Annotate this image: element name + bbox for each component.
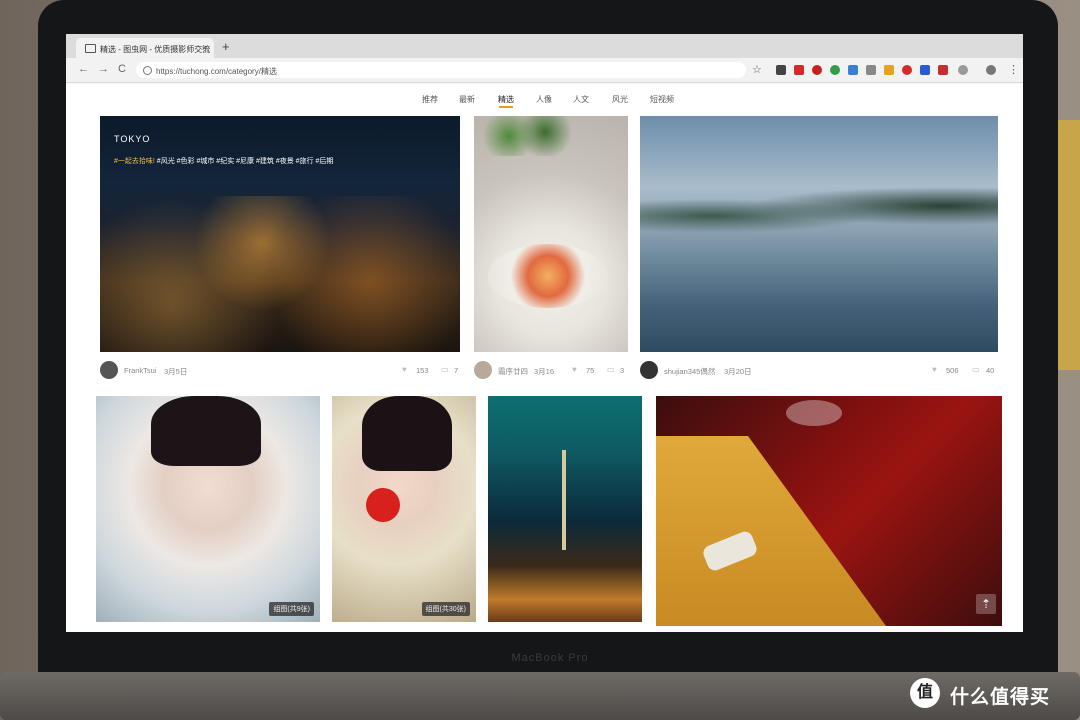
- comment-icon[interactable]: ▭: [441, 365, 449, 374]
- extension-icon[interactable]: [884, 65, 894, 75]
- comment-icon[interactable]: ▭: [607, 365, 615, 374]
- author-name[interactable]: 霜序廿四: [498, 366, 528, 377]
- post-date: 3月16: [534, 367, 555, 376]
- comment-count: 40: [986, 366, 995, 375]
- extension-icon[interactable]: [830, 65, 840, 75]
- photo-portrait-fur[interactable]: 组图(共9张): [96, 396, 320, 622]
- site-info-icon[interactable]: [143, 66, 152, 75]
- avatar[interactable]: [100, 361, 118, 379]
- address-bar[interactable]: https://tuchong.com/category/精选: [136, 62, 746, 78]
- watermark-text: 什么值得买: [950, 687, 1051, 708]
- heart-icon[interactable]: ♥: [572, 365, 577, 374]
- tag-highlight[interactable]: #一起去拾味!: [114, 158, 155, 165]
- watermark-logo: 值: [910, 678, 940, 708]
- extension-icon[interactable]: [848, 65, 858, 75]
- comment-count: 3: [620, 366, 625, 375]
- avatar[interactable]: [640, 361, 658, 379]
- back-to-top-icon[interactable]: ⇡: [976, 594, 996, 614]
- tab-short-video[interactable]: 短视频: [650, 94, 674, 105]
- photo-toy-car[interactable]: ⇡: [656, 396, 1002, 626]
- photo-light-spot: [786, 400, 842, 426]
- extension-icon[interactable]: [794, 65, 804, 75]
- tag-list[interactable]: #风光 #色彩 #城市 #纪实 #尼康 #建筑 #夜景 #旅行 #后期: [157, 158, 334, 165]
- avatar[interactable]: [474, 361, 492, 379]
- tab-featured[interactable]: 精选: [498, 94, 514, 105]
- back-button[interactable]: ←: [78, 63, 89, 75]
- photo-dubai-skyline[interactable]: [488, 396, 642, 622]
- like-count: 153: [416, 366, 429, 375]
- extension-icon[interactable]: [902, 65, 912, 75]
- post-date: 3月5日: [164, 367, 188, 376]
- laptop-screen: 精选 - 图虫网 - 优质摄影师交流 × + ← → C https://tuc…: [66, 34, 1023, 632]
- profile-avatar-icon[interactable]: [986, 65, 996, 75]
- tab-latest[interactable]: 最新: [459, 94, 475, 105]
- author-name[interactable]: FrankTsui: [124, 366, 157, 375]
- photo-tower: [562, 450, 566, 550]
- close-tab-icon[interactable]: ×: [202, 43, 207, 53]
- tab-portrait[interactable]: 人像: [536, 94, 552, 105]
- extension-icon[interactable]: [776, 65, 786, 75]
- reload-button[interactable]: C: [118, 63, 126, 75]
- photo-tokyo-night[interactable]: TOKYO #一起去拾味! #风光 #色彩 #城市 #纪实 #尼康 #建筑 #夜…: [100, 116, 460, 352]
- gallery-count-badge: 组图(共30张): [421, 602, 470, 616]
- category-nav: 推荐 最新 精选 人像 人文 风光 短视频: [66, 84, 1023, 112]
- like-count: 506: [946, 366, 959, 375]
- extension-icon[interactable]: [866, 65, 876, 75]
- photo-leaves: [482, 116, 572, 156]
- photo-misty-lake[interactable]: [640, 116, 998, 352]
- heart-icon[interactable]: ♥: [402, 365, 407, 374]
- photo-trees: [640, 186, 998, 236]
- forward-button[interactable]: →: [98, 63, 109, 75]
- heart-icon[interactable]: ♥: [932, 365, 937, 374]
- tab-strip: 精选 - 图虫网 - 优质摄影师交流 × +: [66, 34, 1023, 58]
- browser-menu-icon[interactable]: ⋮: [1008, 63, 1019, 76]
- extension-icon[interactable]: [920, 65, 930, 75]
- wifi-icon[interactable]: [958, 65, 968, 75]
- photo-food[interactable]: [474, 116, 628, 352]
- page-icon: [85, 44, 96, 53]
- comment-icon[interactable]: ▭: [972, 365, 980, 374]
- photo-hair: [151, 396, 261, 466]
- photo-yellow-wall: [656, 436, 886, 626]
- photo-flower: [366, 488, 400, 522]
- photo-portrait-flower[interactable]: 组图(共30张): [332, 396, 476, 622]
- active-tab-indicator: [499, 106, 513, 108]
- comment-count: 7: [454, 366, 459, 375]
- extension-icon[interactable]: [812, 65, 822, 75]
- photo-grid: TOKYO #一起去拾味! #风光 #色彩 #城市 #纪实 #尼康 #建筑 #夜…: [66, 112, 1023, 632]
- post-date: 3月20日: [724, 367, 752, 376]
- tab-landscape[interactable]: 风光: [612, 94, 628, 105]
- photo-title: TOKYO: [114, 134, 151, 144]
- tab-title: 精选 - 图虫网 - 优质摄影师交流: [100, 45, 211, 54]
- extension-icon[interactable]: [938, 65, 948, 75]
- photo-tags: #一起去拾味! #风光 #色彩 #城市 #纪实 #尼康 #建筑 #夜景 #旅行 …: [114, 156, 333, 166]
- author-name[interactable]: shujian345偶然: [664, 366, 715, 377]
- laptop-brand: MacBook Pro: [511, 652, 589, 664]
- browser-tab[interactable]: 精选 - 图虫网 - 优质摄影师交流 ×: [76, 38, 214, 58]
- bookmark-star-icon[interactable]: ☆: [752, 63, 762, 76]
- address-bar-url: https://tuchong.com/category/精选: [156, 67, 277, 76]
- photo-hair: [362, 396, 452, 471]
- new-tab-button[interactable]: +: [222, 39, 230, 54]
- gallery-count-badge: 组图(共9张): [269, 602, 314, 616]
- city-lights: [100, 196, 460, 352]
- tab-recommend[interactable]: 推荐: [422, 94, 438, 105]
- photo-plate: [488, 244, 608, 308]
- browser-toolbar: ← → C https://tuchong.com/category/精选 ☆ …: [66, 58, 1023, 83]
- tab-humanity[interactable]: 人文: [573, 94, 589, 105]
- like-count: 75: [586, 366, 595, 375]
